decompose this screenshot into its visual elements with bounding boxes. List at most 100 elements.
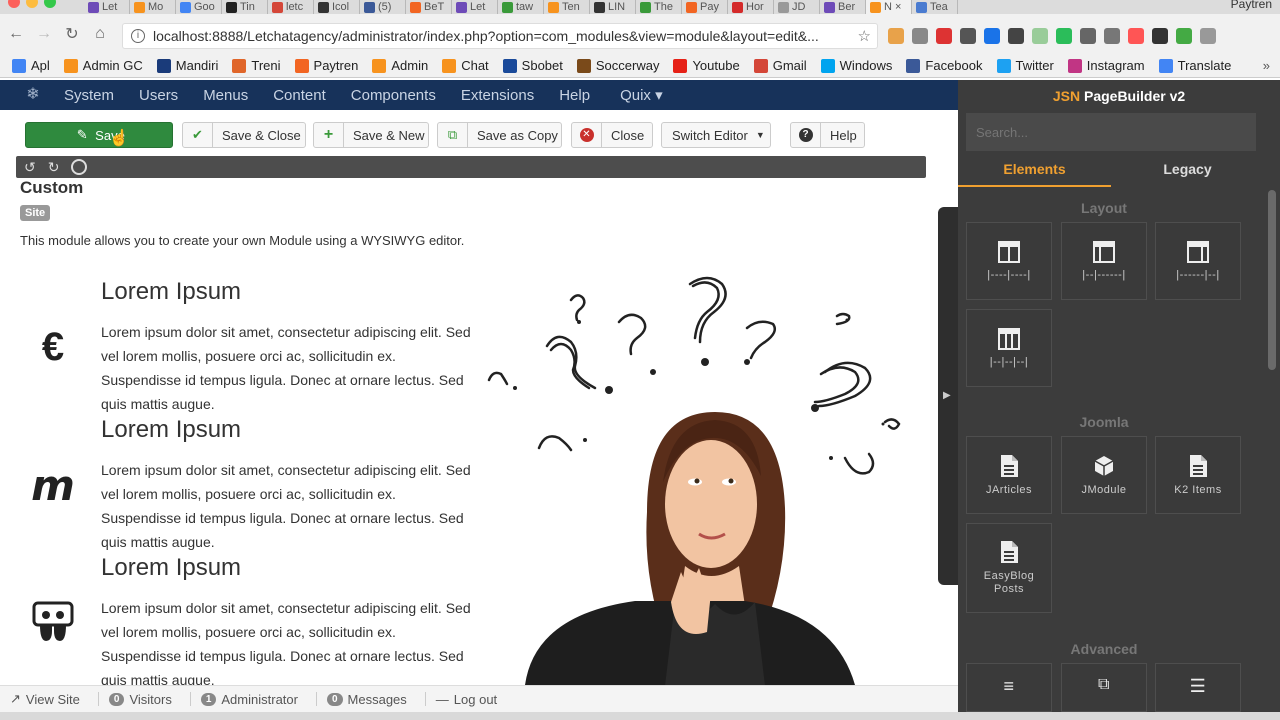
browser-tab[interactable]: Ber <box>820 0 866 14</box>
browser-tab[interactable]: Pay <box>682 0 728 14</box>
menu-extensions[interactable]: Extensions <box>461 87 534 104</box>
element-jarticles[interactable]: JArticles <box>966 436 1052 514</box>
browser-tab-active[interactable]: N × <box>866 0 912 14</box>
element-layout-wide-narrow[interactable]: |------|--| <box>1155 222 1241 300</box>
extension-icon[interactable] <box>936 28 952 44</box>
extension-icon[interactable] <box>912 28 928 44</box>
bookmark-item[interactable]: Facebook <box>906 58 983 73</box>
close-window-icon[interactable] <box>8 0 20 8</box>
administrator-status[interactable]: 1 Administrator <box>200 692 298 707</box>
extension-icon[interactable] <box>1080 28 1096 44</box>
menu-help[interactable]: Help <box>559 87 590 104</box>
info-icon[interactable]: i <box>131 29 145 43</box>
browser-tab[interactable]: (5) <box>360 0 406 14</box>
browser-tab[interactable]: BeT <box>406 0 452 14</box>
bookmark-apps[interactable]: Apl <box>12 58 50 73</box>
menu-users[interactable]: Users <box>139 87 178 104</box>
redo-icon[interactable]: ↻ <box>48 159 60 176</box>
element-layout-2col[interactable]: |----|----| <box>966 222 1052 300</box>
home-icon[interactable]: ⌂ <box>88 25 112 43</box>
browser-tab[interactable]: Let <box>452 0 498 14</box>
element-jmodule[interactable]: JModule <box>1061 436 1147 514</box>
browser-tab[interactable]: Icol <box>314 0 360 14</box>
browser-tab[interactable]: LIN <box>590 0 636 14</box>
save-as-copy-button[interactable]: ⧉ Save as Copy <box>437 122 562 148</box>
menu-system[interactable]: System <box>64 87 114 104</box>
maximize-window-icon[interactable] <box>44 0 56 8</box>
browser-tab[interactable]: JD <box>774 0 820 14</box>
extension-icon[interactable] <box>1128 28 1144 44</box>
extension-icon[interactable] <box>1152 28 1168 44</box>
bookmark-item[interactable]: Treni <box>232 58 281 73</box>
forward-icon[interactable]: → <box>32 25 56 43</box>
pagebuilder-search-input[interactable] <box>966 113 1256 151</box>
extension-icon[interactable] <box>1056 28 1072 44</box>
bookmark-item[interactable]: Admin <box>372 58 428 73</box>
bookmark-item[interactable]: Youtube <box>673 58 740 73</box>
pagebuilder-collapse-handle[interactable]: ▶ <box>938 207 960 585</box>
element-layout-3col[interactable]: |--|--|--| <box>966 309 1052 387</box>
element-advanced[interactable]: ☰ <box>1155 663 1241 712</box>
browser-tab[interactable]: letc <box>268 0 314 14</box>
bookmark-item[interactable]: Sbobet <box>502 58 563 73</box>
extension-icon[interactable] <box>984 28 1000 44</box>
save-button[interactable]: ✎ Save <box>25 122 173 148</box>
menu-content[interactable]: Content <box>273 87 326 104</box>
browser-tab[interactable]: Mo <box>130 0 176 14</box>
back-icon[interactable]: ← <box>4 25 28 43</box>
bookmark-item[interactable]: Windows <box>820 58 892 73</box>
logout-link[interactable]: — Log out <box>436 692 497 707</box>
browser-profile[interactable]: Paytren <box>1231 0 1272 11</box>
circle-icon[interactable] <box>71 159 88 175</box>
bookmark-item[interactable]: Chat <box>442 58 489 73</box>
address-bar[interactable]: i localhost:8888/Letchatagency/administr… <box>122 23 878 49</box>
messages-status[interactable]: 0 Messages <box>326 692 407 707</box>
bookmark-item[interactable]: Mandiri <box>156 58 218 73</box>
switch-editor-dropdown[interactable]: Switch Editor ▼ <box>661 122 771 148</box>
joomla-logo-icon[interactable]: ❄ <box>24 86 42 104</box>
pagebuilder-scrollbar[interactable] <box>1268 190 1276 370</box>
menu-components[interactable]: Components <box>351 87 436 104</box>
browser-tab[interactable]: Goo <box>176 0 222 14</box>
browser-tab[interactable]: Tea <box>912 0 958 14</box>
browser-tab[interactable]: Tin <box>222 0 268 14</box>
browser-tab[interactable]: Hor <box>728 0 774 14</box>
browser-tab[interactable]: Ten <box>544 0 590 14</box>
extension-icon[interactable] <box>1104 28 1120 44</box>
extension-icon[interactable] <box>960 28 976 44</box>
visitors-status[interactable]: 0 Visitors <box>108 692 172 707</box>
tab-elements[interactable]: Elements <box>958 154 1111 187</box>
bookmark-item[interactable]: Admin GC <box>63 58 143 73</box>
help-button[interactable]: ? Help <box>790 122 865 148</box>
close-button[interactable]: ✕ Close <box>571 122 653 148</box>
element-layout-narrow-wide[interactable]: |--|------| <box>1061 222 1147 300</box>
menu-menus[interactable]: Menus <box>203 87 248 104</box>
browser-tab[interactable]: Let <box>84 0 130 14</box>
extension-icon[interactable] <box>1176 28 1192 44</box>
bookmark-item[interactable]: Twitter <box>996 58 1054 73</box>
reload-icon[interactable]: ↻ <box>60 24 84 44</box>
menu-icon[interactable] <box>1200 28 1216 44</box>
browser-tab[interactable]: The <box>636 0 682 14</box>
bookmarks-overflow-icon[interactable]: » <box>1263 58 1270 73</box>
extension-icon[interactable] <box>1032 28 1048 44</box>
element-advanced[interactable]: ⧉ <box>1061 663 1147 712</box>
save-close-button[interactable]: ✔ Save & Close <box>182 122 306 148</box>
undo-icon[interactable]: ↺ <box>24 159 36 176</box>
menu-quix[interactable]: Quix ▾ <box>620 86 663 104</box>
bookmark-item[interactable]: Instagram <box>1067 58 1145 73</box>
bookmark-item[interactable]: Soccerway <box>576 58 659 73</box>
browser-tab[interactable]: taw <box>498 0 544 14</box>
minimize-window-icon[interactable] <box>26 0 38 8</box>
bookmark-item[interactable]: Gmail <box>753 58 807 73</box>
bookmark-item[interactable]: Paytren <box>294 58 358 73</box>
extension-icon[interactable] <box>1008 28 1024 44</box>
extension-icon[interactable] <box>888 28 904 44</box>
save-new-button[interactable]: + Save & New <box>313 122 429 148</box>
view-site-link[interactable]: ↗ View Site <box>10 691 80 707</box>
element-k2-items[interactable]: K2 Items <box>1155 436 1241 514</box>
element-easyblog-posts[interactable]: EasyBlog Posts <box>966 523 1052 613</box>
element-advanced[interactable]: ≡ <box>966 663 1052 712</box>
close-tab-icon[interactable]: × <box>895 1 901 13</box>
bookmark-star-icon[interactable]: ☆ <box>858 27 871 45</box>
